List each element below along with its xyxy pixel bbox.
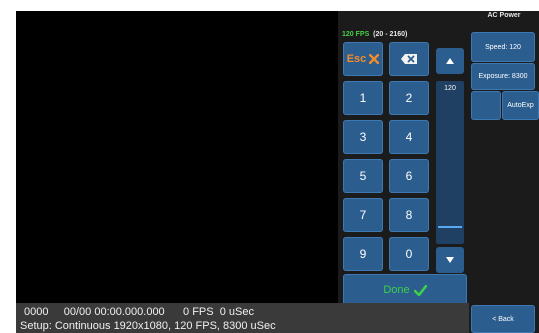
numeric-keypad-panel: 120 FPS (20 - 2160) Esc 1 2 3 4 5 6 7 8 …: [338, 11, 469, 306]
video-preview: [16, 11, 338, 303]
esc-label: Esc: [346, 53, 367, 65]
blank-button[interactable]: [471, 91, 501, 120]
key-5[interactable]: 5: [343, 159, 383, 193]
backspace-button[interactable]: [389, 42, 429, 76]
speed-button[interactable]: Speed: 120: [471, 32, 535, 62]
scrollbar-thumb[interactable]: [438, 226, 462, 228]
fps-current: 120 FPS: [342, 31, 370, 38]
key-label: 7: [359, 208, 367, 222]
key-label: 1: [359, 91, 367, 105]
camera-screen: 120 FPS (20 - 2160) Esc 1 2 3 4 5 6 7 8 …: [16, 11, 539, 333]
key-label: 5: [359, 169, 367, 183]
power-status: AC Power: [487, 12, 521, 19]
triangle-down-icon: [446, 257, 454, 263]
fps-range: (20 - 2160): [373, 31, 408, 38]
backspace-icon: [401, 54, 417, 64]
key-8[interactable]: 8: [389, 198, 429, 232]
value-scrollbar[interactable]: 120: [436, 81, 464, 244]
scroll-value: 120: [444, 85, 456, 92]
fps-header: 120 FPS (20 - 2160): [342, 31, 407, 38]
key-3[interactable]: 3: [343, 120, 383, 154]
scroll-down-button[interactable]: [436, 247, 464, 273]
key-2[interactable]: 2: [389, 81, 429, 115]
key-7[interactable]: 7: [343, 198, 383, 232]
key-label: 6: [405, 169, 413, 183]
key-label: 9: [359, 247, 367, 261]
key-label: 2: [405, 91, 413, 105]
setup-status: Setup: Continuous 1920x1080, 120 FPS, 83…: [20, 320, 276, 332]
done-button[interactable]: Done: [343, 274, 467, 306]
key-label: 4: [405, 130, 413, 144]
key-0[interactable]: 0: [389, 237, 429, 271]
key-label: 0: [405, 247, 413, 261]
autoexp-button[interactable]: AutoExp: [502, 91, 539, 120]
key-9[interactable]: 9: [343, 237, 383, 271]
key-label: 8: [405, 208, 413, 222]
close-x-icon: [369, 54, 380, 64]
done-label: Done: [383, 284, 410, 296]
key-1[interactable]: 1: [343, 81, 383, 115]
key-label: 3: [359, 130, 367, 144]
key-6[interactable]: 6: [389, 159, 429, 193]
exposure-button[interactable]: Exposure: 8300: [471, 63, 535, 90]
settings-panel: AC Power Speed: 120 Exposure: 8300 AutoE…: [469, 11, 539, 333]
checkmark-icon: [413, 284, 427, 296]
scroll-up-button[interactable]: [436, 48, 464, 74]
status-bar: 0000 00/00 00:00.000.000 0 FPS 0 uSec Se…: [16, 303, 469, 333]
playback-status: 0000 00/00 00:00.000.000 0 FPS 0 uSec: [24, 306, 254, 318]
back-button[interactable]: < Back: [471, 305, 535, 333]
key-4[interactable]: 4: [389, 120, 429, 154]
triangle-up-icon: [446, 58, 454, 64]
esc-button[interactable]: Esc: [343, 42, 383, 76]
